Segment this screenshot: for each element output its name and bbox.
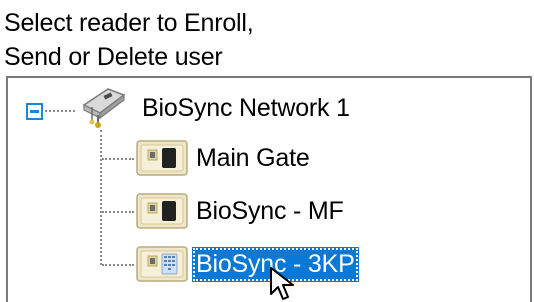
mouse-pointer-icon: [270, 267, 294, 300]
instructions-line-2: Send or Delete user: [4, 43, 223, 71]
reader-selection-panel: Select reader to Enroll, Send or Delete …: [0, 0, 534, 302]
network-reader-icon: [82, 88, 126, 128]
tree-node-label[interactable]: BioSync Network 1: [142, 93, 350, 123]
fingerprint-reader-icon: [136, 140, 188, 176]
instructions-line-1: Select reader to Enroll,: [4, 9, 254, 37]
tree-connector: [100, 130, 102, 265]
collapse-toggle-icon[interactable]: [26, 103, 43, 120]
instructions-text: Select reader to Enroll, Send or Delete …: [4, 6, 254, 74]
tree-connector: [102, 264, 134, 266]
tree-connector: [102, 211, 134, 213]
tree-connector: [45, 110, 75, 112]
fingerprint-reader-icon: [136, 193, 188, 229]
tree-node-label[interactable]: Main Gate: [196, 143, 310, 173]
keypad-reader-icon: [136, 246, 188, 282]
tree-connector: [102, 158, 134, 160]
tree-node-label[interactable]: BioSync - MF: [196, 196, 344, 226]
